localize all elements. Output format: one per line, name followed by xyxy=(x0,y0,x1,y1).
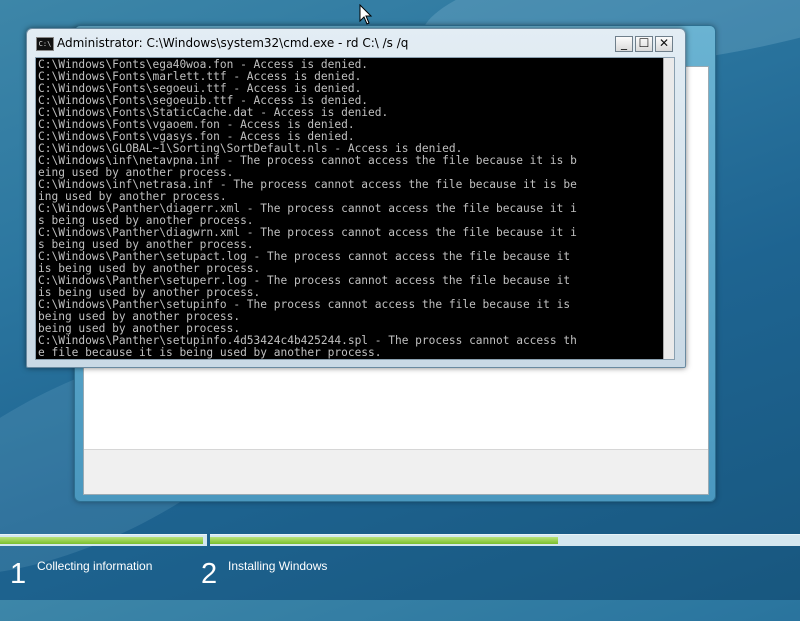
cmd-window[interactable]: C:\ Administrator: C:\Windows\system32\c… xyxy=(26,28,686,368)
step-collecting-information: 1 Collecting information xyxy=(10,548,200,600)
console-line: e file because it is being used by anoth… xyxy=(38,347,382,359)
console-line: C:\Windows\Fonts\ega40woa.fon - Access i… xyxy=(38,59,369,71)
console-line: C:\Windows\Panther\setupact.log - The pr… xyxy=(38,251,571,263)
mouse-cursor-icon xyxy=(359,4,373,25)
maximize-button[interactable]: ☐ xyxy=(635,36,653,52)
console-output[interactable]: C:\Windows\Fonts\ega40woa.fon - Access i… xyxy=(35,57,675,360)
console-line: is being used by another process. xyxy=(38,287,261,299)
console-line: C:\Windows\Fonts\segoeui.ttf - Access is… xyxy=(38,83,362,95)
console-line: C:\Windows\Panther\diagwrn.xml - The pro… xyxy=(38,227,577,239)
console-lines: C:\Windows\Fonts\ega40woa.fon - Access i… xyxy=(38,59,662,359)
progress-segment-installing xyxy=(210,534,800,546)
console-line: C:\Windows\Panther\setupinfo - The proce… xyxy=(38,299,571,311)
setup-progress xyxy=(0,534,800,546)
console-line: C:\Windows\GLOBAL~1\Sorting\SortDefault.… xyxy=(38,143,463,155)
console-line: C:\Windows\Panther\diagerr.xml - The pro… xyxy=(38,203,577,215)
cmd-window-title: Administrator: C:\Windows\system32\cmd.e… xyxy=(57,36,409,50)
progress-fill xyxy=(0,537,203,544)
console-line: C:\Windows\Fonts\segoeuib.ttf - Access i… xyxy=(38,95,369,107)
close-button[interactable]: ✕ xyxy=(655,36,673,52)
console-line: C:\Windows\inf\netrasa.inf - The process… xyxy=(38,179,577,191)
step-number: 1 xyxy=(10,558,27,590)
console-line: s being used by another process. xyxy=(38,215,254,227)
console-scrollbar[interactable] xyxy=(663,58,674,359)
progress-fill xyxy=(210,537,559,544)
console-line: C:\Windows\Fonts\marlett.ttf - Access is… xyxy=(38,71,362,83)
console-line: C:\Windows\Fonts\vgasys.fon - Access is … xyxy=(38,131,355,143)
console-line: ing used by another process. xyxy=(38,191,227,203)
cmd-titlebar[interactable]: C:\ Administrator: C:\Windows\system32\c… xyxy=(27,29,685,57)
console-line: eing used by another process. xyxy=(38,167,234,179)
console-line: s being used by another process. xyxy=(38,239,254,251)
console-line: C:\Windows\Fonts\vgaoem.fon - Access is … xyxy=(38,119,355,131)
setup-footer xyxy=(84,449,708,494)
console-line: C:\Windows\Panther\setupinfo.4d53424c4b4… xyxy=(38,335,577,347)
console-line: being used by another process. xyxy=(38,311,241,323)
cmd-app-icon[interactable]: C:\ xyxy=(36,37,54,51)
console-line: C:\Windows\Panther\setuperr.log - The pr… xyxy=(38,275,571,287)
console-line: C:\Windows\inf\netavpna.inf - The proces… xyxy=(38,155,577,167)
step-installing-windows: 2 Installing Windows xyxy=(201,548,401,600)
setup-steps: 1 Collecting information 2 Installing Wi… xyxy=(0,548,800,600)
console-line: being used by another process. xyxy=(38,323,241,335)
step-label: Collecting information xyxy=(37,559,153,573)
progress-segment-collecting xyxy=(0,534,207,546)
console-line: is being used by another process. xyxy=(38,263,261,275)
step-number: 2 xyxy=(201,558,218,590)
console-line: C:\Windows\Fonts\StaticCache.dat - Acces… xyxy=(38,107,389,119)
minimize-button[interactable]: _ xyxy=(615,36,633,52)
step-label: Installing Windows xyxy=(228,559,328,573)
